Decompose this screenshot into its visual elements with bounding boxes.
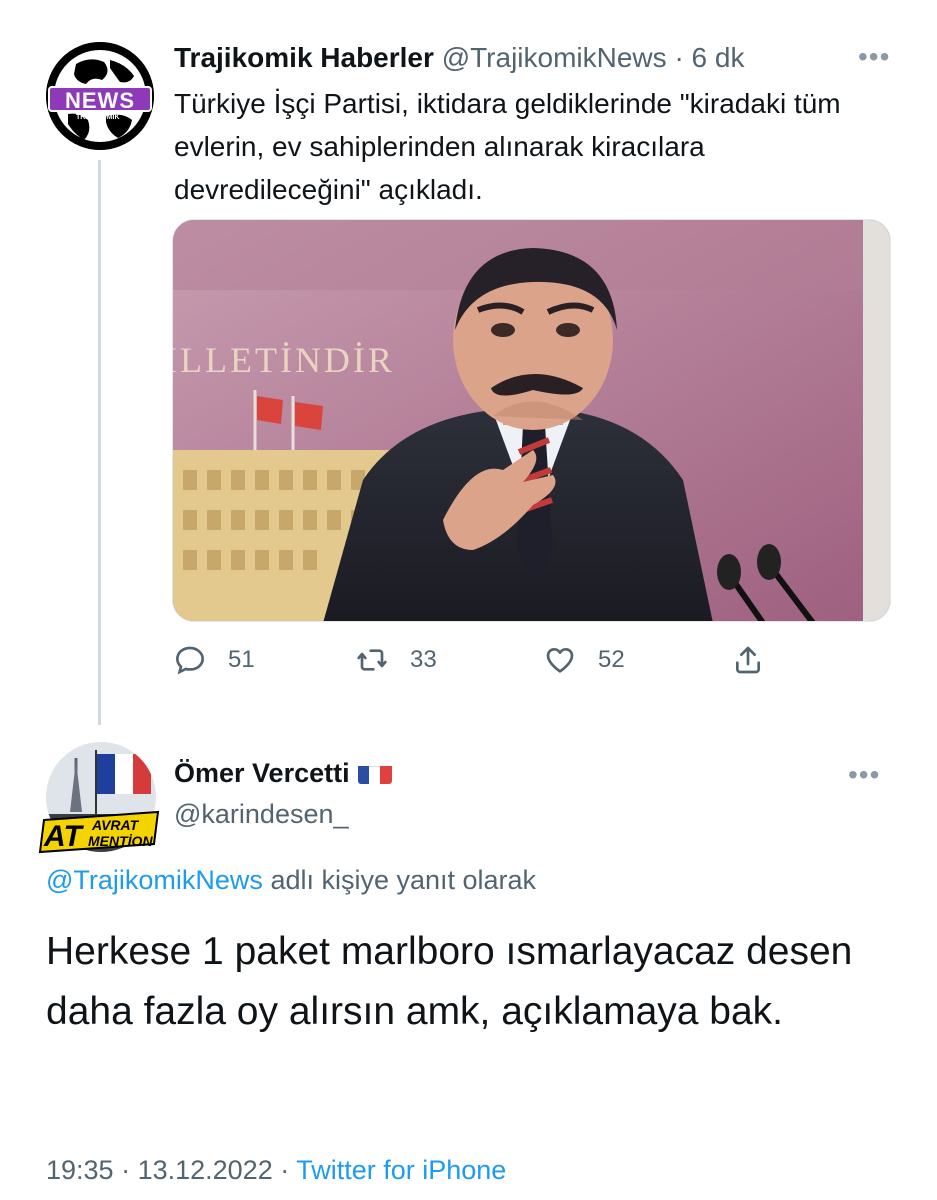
like-count: 52	[598, 646, 625, 673]
wall-text: İLLETİNDİR	[173, 340, 395, 380]
avatar-text-at: AT	[43, 820, 84, 853]
share-button[interactable]	[732, 640, 786, 680]
meta-separator: ·	[113, 1155, 138, 1185]
tweet-time[interactable]: 6 dk	[692, 42, 745, 73]
like-button[interactable]: 52	[544, 640, 625, 680]
tweet-date[interactable]: 13.12.2022	[138, 1155, 273, 1185]
tweet-time[interactable]: 19:35	[46, 1155, 114, 1185]
reply-tweet-text: Herkese 1 paket marlboro ısmarlayacaz de…	[46, 930, 853, 1033]
reply-suffix: adlı kişiye yanıt olarak	[262, 865, 537, 895]
tweet1-text: Türkiye İşçi Partisi, iktidara geldikler…	[174, 88, 841, 205]
avatar-omer-vercetti[interactable]: AT AVRAT MENTİON	[34, 740, 168, 860]
news-badge: NEWS	[48, 86, 152, 113]
reply-button[interactable]: 51	[174, 640, 255, 680]
header-separator: ·	[674, 42, 684, 73]
tweet1-actions: 51 33 52	[174, 640, 774, 680]
tweet1-header: Trajikomik Haberler @TrajikomikNews · 6 …	[174, 40, 744, 76]
author-name[interactable]: Trajikomik Haberler	[174, 42, 434, 73]
more-dots-icon[interactable]: •••	[848, 760, 880, 790]
reply-author-name-row[interactable]: Ömer Vercetti	[174, 756, 392, 790]
retweet-button[interactable]: 33	[356, 640, 437, 680]
meta-separator-2: ·	[272, 1155, 297, 1185]
author-handle[interactable]: @TrajikomikNews	[442, 42, 667, 73]
reply-mention-link[interactable]: @TrajikomikNews	[46, 865, 263, 895]
avatar-art: AT AVRAT MENTİON	[38, 742, 160, 854]
reply-count: 51	[228, 646, 255, 673]
tweet-meta: 19:35 · 13.12.2022 · Twitter for iPhone	[46, 1152, 506, 1188]
avatar-text-mention: MENTİON	[88, 833, 153, 849]
reply-icon	[175, 646, 205, 675]
retweet-count: 33	[410, 646, 437, 673]
share-icon	[736, 646, 760, 674]
more-dots-icon[interactable]: •••	[858, 42, 890, 72]
thread-connector-line	[98, 160, 101, 725]
avatar-trajikomik[interactable]: NEWS TRAJİKOMİK	[46, 42, 154, 150]
reply-author-handle[interactable]: @karindesen_	[174, 797, 349, 831]
france-flag-icon	[357, 762, 392, 784]
heart-icon	[546, 648, 574, 673]
avatar-small-text: TRAJİKOMİK	[76, 114, 120, 121]
retweet-icon	[357, 649, 387, 671]
avatar-text-avrat: AVRAT	[91, 817, 140, 833]
replying-to: @TrajikomikNews adlı kişiye yanıt olarak	[46, 862, 536, 898]
tweet-source-link[interactable]: Twitter for iPhone	[296, 1155, 506, 1185]
tweet-media-image[interactable]: İLLETİNDİR	[172, 219, 891, 622]
reply-author-name[interactable]: Ömer Vercetti	[174, 758, 350, 788]
speaker-photo: İLLETİNDİR	[173, 220, 890, 621]
